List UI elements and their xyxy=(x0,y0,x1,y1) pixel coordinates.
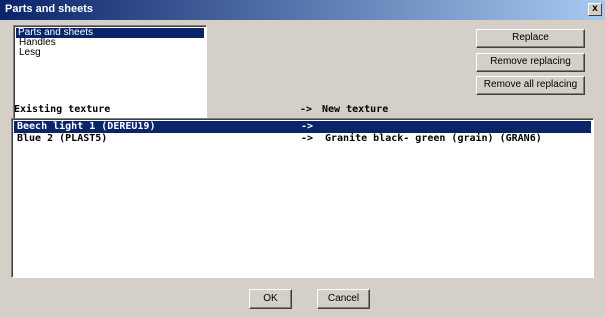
arrow-cell: -> xyxy=(301,121,314,132)
arrow-header: -> xyxy=(300,104,313,115)
table-row[interactable]: Blue 2 (PLAST5) -> Granite black- green … xyxy=(14,133,591,145)
title-bar[interactable]: Parts and sheets x xyxy=(0,0,605,20)
close-button[interactable]: x xyxy=(588,3,602,16)
table-row[interactable]: Beech light 1 (DEREU19) -> xyxy=(14,121,591,133)
new-texture-cell: Granite black- green (grain) (GRAN6) xyxy=(325,133,542,144)
replace-button[interactable]: Replace xyxy=(476,29,585,48)
arrow-cell: -> xyxy=(301,133,314,144)
window-title: Parts and sheets xyxy=(5,3,94,15)
list-item[interactable]: Lesg xyxy=(17,48,43,58)
existing-texture-cell: Blue 2 (PLAST5) xyxy=(17,133,108,144)
existing-texture-header: Existing texture xyxy=(14,104,111,115)
parts-and-sheets-dialog: Parts and sheets x Parts and sheets Hand… xyxy=(0,0,605,318)
cancel-button[interactable]: Cancel xyxy=(317,289,370,309)
remove-replacing-button[interactable]: Remove replacing xyxy=(476,53,585,72)
remove-all-replacing-button[interactable]: Remove all replacing xyxy=(476,76,585,95)
new-texture-header: New texture xyxy=(322,104,389,115)
existing-texture-cell: Beech light 1 (DEREU19) xyxy=(17,121,156,132)
texture-list[interactable]: Beech light 1 (DEREU19) -> Blue 2 (PLAST… xyxy=(11,118,594,278)
ok-button[interactable]: OK xyxy=(249,289,292,309)
